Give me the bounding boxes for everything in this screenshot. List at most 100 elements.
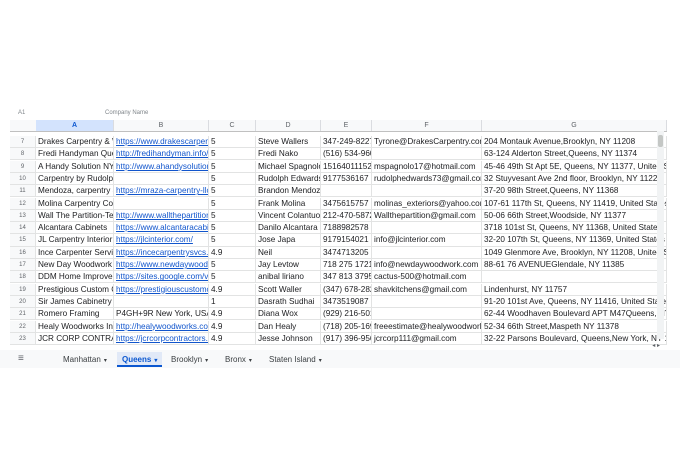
cell-g[interactable]: 63-124 Alderton Street,Queens, NY 11374: [482, 148, 667, 160]
cell-a[interactable]: DDM Home Improvement: [36, 271, 114, 283]
cell-b[interactable]: [114, 295, 209, 308]
cell-c[interactable]: 5: [209, 234, 256, 246]
cell-f[interactable]: Wallthepartition@gmail.com: [372, 209, 482, 221]
cell-b[interactable]: https://www.alcantaracabinets: [114, 222, 209, 234]
column-header-g[interactable]: G: [482, 120, 667, 131]
cell-c[interactable]: 5: [209, 259, 256, 271]
cell-b[interactable]: http://fredihandyman.info/?: [114, 148, 209, 160]
cell-e[interactable]: 212-470-5872: [321, 209, 372, 221]
cell-a[interactable]: Fredi Handyman Queens: [36, 148, 114, 160]
cell-a[interactable]: Mendoza, carpentry & remodeling: [36, 185, 114, 197]
cell-c[interactable]: 5: [209, 172, 256, 185]
cell-a[interactable]: JL Carpentry Interior Inc: [36, 234, 114, 246]
cell-d[interactable]: Vincent Colantuono: [256, 209, 321, 221]
cell-g[interactable]: 37-20 98th Street,Queens, NY 11368: [482, 185, 667, 197]
cell-f[interactable]: [372, 308, 482, 320]
chevron-down-icon[interactable]: ▾: [249, 358, 252, 364]
cell-b[interactable]: [114, 172, 209, 185]
cell-g[interactable]: 91-20 101st Ave, Queens, NY 11416, Unite…: [482, 295, 667, 308]
cell-f[interactable]: [372, 222, 482, 234]
cell-e[interactable]: (929) 216-5018: [321, 308, 372, 320]
cell-f[interactable]: freeestimate@healywoodworks.com: [372, 320, 482, 332]
spreadsheet-grid[interactable]: A1 Company Name ABCDEFG 7 Drakes Carpentr…: [10, 108, 667, 348]
cell-d[interactable]: Rudolph Edwards: [256, 172, 321, 185]
cell-b[interactable]: http://www.wallthepartition.com: [114, 209, 209, 221]
column-header-c[interactable]: C: [209, 120, 256, 131]
cell-b[interactable]: https://incecarpentrysvcs.com: [114, 246, 209, 258]
cell-b[interactable]: https://mraza-carpentry-llc: [114, 185, 209, 197]
row-number[interactable]: 10: [10, 172, 36, 185]
row-number[interactable]: 18: [10, 271, 36, 283]
cell-d[interactable]: Dan Healy: [256, 320, 321, 332]
cell-a[interactable]: Drakes Carpentry & Wood: [36, 136, 114, 148]
row-number[interactable]: 15: [10, 234, 36, 246]
column-header-e[interactable]: E: [321, 120, 372, 131]
cell-b[interactable]: http://www.ahandysolution: [114, 160, 209, 172]
tab-queens[interactable]: Queens ▾: [117, 352, 163, 367]
horizontal-scrollbar[interactable]: ◂ ▸: [10, 343, 660, 349]
cell-e[interactable]: 7188982578: [321, 222, 372, 234]
cell-c[interactable]: 4.9: [209, 320, 256, 332]
cell-d[interactable]: Brandon Mendoza: [256, 185, 321, 197]
cell-g[interactable]: 88-61 76 AVENUEGlendale, NY 11385: [482, 259, 667, 271]
cell-d[interactable]: Scott Waller: [256, 283, 321, 295]
cell-c[interactable]: 5: [209, 148, 256, 160]
row-number[interactable]: 8: [10, 148, 36, 160]
cell-f[interactable]: Tyrone@DrakesCarpentry.com: [372, 136, 482, 148]
cell-a[interactable]: Alcantara Cabinets: [36, 222, 114, 234]
scrollbar-thumb[interactable]: [658, 135, 663, 147]
cell-e[interactable]: 3473519087: [321, 295, 372, 308]
row-number[interactable]: 12: [10, 197, 36, 209]
cell-d[interactable]: Frank Molina: [256, 197, 321, 209]
row-number[interactable]: 20: [10, 295, 36, 308]
cell-c[interactable]: 5: [209, 271, 256, 283]
cell-e[interactable]: 718 275 1721: [321, 259, 372, 271]
cell-f[interactable]: mspagnolo17@hotmail.com: [372, 160, 482, 172]
cell-a[interactable]: Wall The Partition-Temp Walls: [36, 209, 114, 221]
cell-b[interactable]: https://sites.google.com/view: [114, 271, 209, 283]
cell-a[interactable]: Carpentry by Rudolph: [36, 172, 114, 185]
cell-f[interactable]: info@jlcinterior.com: [372, 234, 482, 246]
cell-c[interactable]: 4.9: [209, 308, 256, 320]
cell-a[interactable]: Healy Woodworks Inc: [36, 320, 114, 332]
cell-d[interactable]: Dasrath Sudhai: [256, 295, 321, 308]
column-header-a[interactable]: A: [36, 120, 114, 131]
chevron-down-icon[interactable]: ▾: [154, 358, 157, 364]
cell-e[interactable]: (718) 205-1698: [321, 320, 372, 332]
cell-g[interactable]: Lindenhurst, NY 11757: [482, 283, 667, 295]
cell-e[interactable]: 3475615757: [321, 197, 372, 209]
tab-bronx[interactable]: Bronx ▾: [220, 352, 257, 367]
cell-a[interactable]: A Handy Solution NYC: [36, 160, 114, 172]
cell-g[interactable]: 204 Montauk Avenue,Brooklyn, NY 11208: [482, 136, 667, 148]
cell-d[interactable]: Steve Wallers: [256, 136, 321, 148]
menu-icon[interactable]: ≡: [18, 354, 28, 364]
cell-c[interactable]: 5: [209, 197, 256, 209]
cell-b[interactable]: https://jlcinterior.com/: [114, 234, 209, 246]
row-number[interactable]: 17: [10, 259, 36, 271]
cell-c[interactable]: 4.9: [209, 246, 256, 258]
row-number[interactable]: 16: [10, 246, 36, 258]
row-number[interactable]: 11: [10, 185, 36, 197]
cell-e[interactable]: 15164011152: [321, 160, 372, 172]
cell-c[interactable]: 5: [209, 160, 256, 172]
cell-c[interactable]: 1: [209, 295, 256, 308]
cell-b[interactable]: P4GH+9R New York, USA: [114, 308, 209, 320]
cell-a[interactable]: Prestigious Custom Cabinets: [36, 283, 114, 295]
chevron-down-icon[interactable]: ▾: [319, 358, 322, 364]
cell-f[interactable]: [372, 148, 482, 160]
cell-d[interactable]: Jay Levtow: [256, 259, 321, 271]
column-header-b[interactable]: B: [114, 120, 209, 131]
cell-b[interactable]: http://healywoodworks.com: [114, 320, 209, 332]
cell-a[interactable]: New Day Woodwork Inc: [36, 259, 114, 271]
cell-e[interactable]: (347) 678-2823: [321, 283, 372, 295]
chevron-down-icon[interactable]: ▾: [205, 358, 208, 364]
cell-g[interactable]: 62-44 Woodhaven Boulevard APT M47Queens,…: [482, 308, 667, 320]
cell-a[interactable]: Sir James Cabinetry: [36, 295, 114, 308]
row-number[interactable]: 21: [10, 308, 36, 320]
chevron-down-icon[interactable]: ▾: [104, 358, 107, 364]
formula-input[interactable]: Company Name: [105, 110, 148, 116]
row-number[interactable]: 7: [10, 136, 36, 148]
cell-e[interactable]: 9177536167: [321, 172, 372, 185]
column-header-d[interactable]: D: [256, 120, 321, 131]
cell-g[interactable]: 1049 Glenmore Ave, Brooklyn, NY 11208, U…: [482, 246, 667, 258]
